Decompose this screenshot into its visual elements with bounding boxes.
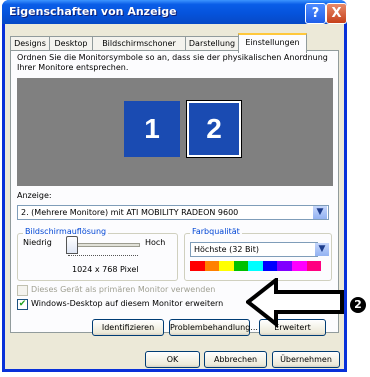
color-swatch xyxy=(277,261,292,271)
color-swatch xyxy=(219,261,234,271)
tab-screensaver[interactable]: Bildschirmschoner xyxy=(92,36,186,51)
resolution-group-title: Bildschirmauflösung xyxy=(23,227,109,236)
identify-button[interactable]: Identifizieren xyxy=(92,319,164,336)
troubleshoot-button[interactable]: Problembehandlung... xyxy=(169,319,258,336)
color-swatch xyxy=(204,261,220,271)
color-swatch xyxy=(306,261,322,271)
tab-settings[interactable]: Einstellungen xyxy=(238,33,307,53)
color-swatch xyxy=(190,261,205,271)
color-swatch xyxy=(291,261,307,271)
chevron-down-icon[interactable]: ▼ xyxy=(315,243,329,256)
checkmark-icon: ✔ xyxy=(18,299,27,309)
close-button[interactable]: X xyxy=(326,3,347,24)
help-button[interactable]: ? xyxy=(305,3,326,24)
display-label: Anzeige: xyxy=(17,191,52,200)
display-select[interactable]: 2. (Mehrere Monitore) mit ATI MOBILITY R… xyxy=(17,205,329,220)
monitor-1[interactable]: 1 xyxy=(124,101,180,157)
resolution-high-label: Hoch xyxy=(145,238,166,247)
resolution-slider-thumb[interactable] xyxy=(66,236,78,254)
color-quality-group-title: Farbqualität xyxy=(190,227,242,236)
chevron-down-icon[interactable]: ▼ xyxy=(313,206,327,219)
ok-button[interactable]: OK xyxy=(145,351,200,368)
color-quality-select[interactable]: Höchste (32 Bit) xyxy=(190,242,318,257)
resolution-low-label: Niedrig xyxy=(23,238,52,247)
intro-text: Ordnen Sie die Monitorsymbole so an, das… xyxy=(17,53,328,72)
tab-appearance[interactable]: Darstellung xyxy=(185,36,239,51)
color-swatch xyxy=(262,261,278,271)
annotation-arrow-icon xyxy=(246,278,344,328)
extend-desktop-label[interactable]: Windows-Desktop auf diesem Monitor erwei… xyxy=(31,299,223,308)
primary-monitor-label: Dieses Gerät als primären Monitor verwen… xyxy=(31,285,216,294)
color-swatch xyxy=(233,261,249,271)
cancel-button[interactable]: Abbrechen xyxy=(204,351,267,368)
apply-button[interactable]: Übernehmen xyxy=(272,351,340,368)
color-preview-bar xyxy=(190,261,322,271)
color-quality-group xyxy=(184,233,332,281)
window-title: Eigenschaften von Anzeige xyxy=(9,5,177,18)
resolution-slider-ticks xyxy=(68,255,138,258)
extend-desktop-checkbox[interactable]: ✔ xyxy=(17,299,28,310)
tab-designs[interactable]: Designs xyxy=(10,36,50,51)
color-swatch xyxy=(248,261,263,271)
monitor-2[interactable]: 2 xyxy=(186,100,242,158)
tab-desktop[interactable]: Desktop xyxy=(49,36,93,51)
primary-monitor-checkbox xyxy=(17,285,28,296)
resolution-value: 1024 x 768 Pixel xyxy=(72,265,139,274)
annotation-marker: 2 xyxy=(350,297,366,313)
